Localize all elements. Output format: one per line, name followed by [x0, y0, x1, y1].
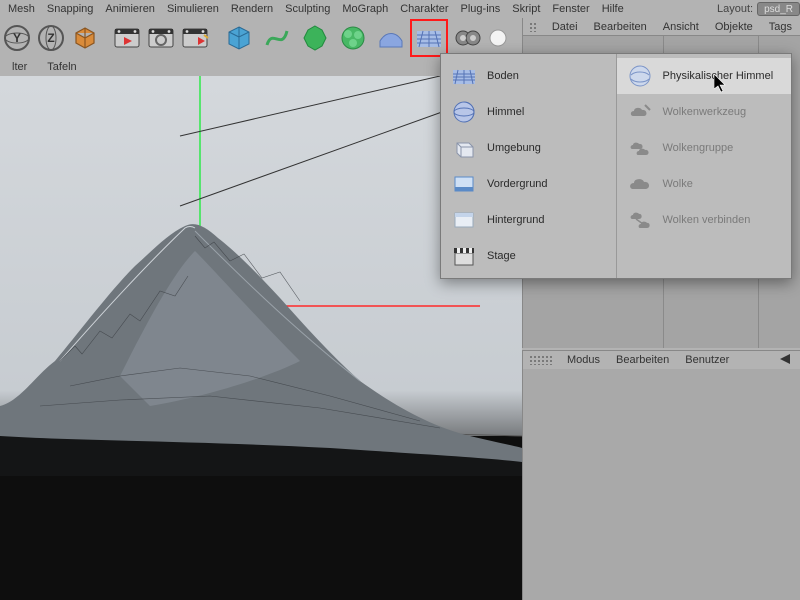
- popup-item-floor[interactable]: Boden: [441, 58, 616, 94]
- main-toolbar: Y Z: [0, 18, 522, 58]
- panel-grip-icon[interactable]: [529, 22, 538, 32]
- popup-item-plane-fg[interactable]: Vordergrund: [441, 166, 616, 202]
- cloud-icon: [627, 171, 653, 197]
- menu-item[interactable]: Animieren: [99, 0, 161, 18]
- obj-menu-item[interactable]: Ansicht: [655, 21, 707, 33]
- cloud-group-icon: [627, 135, 653, 161]
- menu-item[interactable]: Fenster: [546, 0, 595, 18]
- attribute-manager: Modus Bearbeiten Benutzer: [522, 350, 800, 600]
- popup-column-left: Boden Himmel Umgebung Vordergrund Hintergrun…: [441, 54, 616, 278]
- plane-fg-icon: [451, 171, 477, 197]
- phys-sky-icon: [627, 63, 653, 89]
- popup-item-clapper[interactable]: Stage: [441, 238, 616, 274]
- filterbar-item[interactable]: lter: [2, 61, 37, 73]
- popup-item-plane-bg[interactable]: Hintergrund: [441, 202, 616, 238]
- panel-grip-icon[interactable]: [529, 355, 553, 365]
- back-arrow-icon[interactable]: [780, 354, 794, 367]
- popup-item-cloud: Wolke: [617, 166, 792, 202]
- popup-item-label: Wolkengruppe: [663, 142, 734, 154]
- layout-label: Layout:: [717, 3, 757, 15]
- menu-item[interactable]: MoGraph: [336, 0, 394, 18]
- obj-menu-item[interactable]: Objekte: [707, 21, 761, 33]
- popup-item-phys-sky[interactable]: Physikalischer Himmel: [617, 58, 792, 94]
- popup-column-right: Physikalischer Himmel Wolkenwerkzeug Wolke…: [616, 54, 792, 278]
- cube-button[interactable]: [68, 22, 102, 54]
- menu-item[interactable]: Snapping: [41, 0, 100, 18]
- popup-item-label: Physikalischer Himmel: [663, 70, 774, 82]
- scene-floor-button[interactable]: [410, 19, 448, 57]
- main-menubar: Mesh Snapping Animieren Simulieren Rende…: [0, 0, 800, 18]
- popup-item-label: Wolke: [663, 178, 693, 190]
- cloud-tool-icon: [627, 99, 653, 125]
- environment-extra-button[interactable]: [372, 22, 410, 54]
- box-icon: [451, 135, 477, 161]
- popup-item-label: Stage: [487, 250, 516, 262]
- menu-item[interactable]: Hilfe: [596, 0, 630, 18]
- popup-item-cloud-connect: Wolken verbinden: [617, 202, 792, 238]
- axis-y-button[interactable]: Y: [0, 22, 34, 54]
- sphere-sky-icon: [451, 99, 477, 125]
- svg-text:Z: Z: [47, 31, 54, 45]
- popup-item-label: Boden: [487, 70, 519, 82]
- popup-item-cloud-group: Wolkengruppe: [617, 130, 792, 166]
- spline-button[interactable]: [258, 22, 296, 54]
- filter-bar: lter Tafeln: [0, 58, 87, 76]
- popup-item-sphere-sky[interactable]: Himmel: [441, 94, 616, 130]
- floor-icon: [451, 63, 477, 89]
- camera-button[interactable]: [448, 22, 486, 54]
- cloud-connect-icon: [627, 207, 653, 233]
- obj-menu-item[interactable]: Bearbeiten: [586, 21, 655, 33]
- object-manager-menubar: Datei Bearbeiten Ansicht Objekte Tags: [523, 18, 800, 36]
- attr-menu-item[interactable]: Modus: [559, 354, 608, 366]
- layout-selector[interactable]: psd_R: [757, 2, 800, 16]
- clapper-icon: [451, 243, 477, 269]
- popup-item-label: Wolken verbinden: [663, 214, 751, 226]
- menu-item[interactable]: Charakter: [394, 0, 454, 18]
- svg-text:Y: Y: [13, 31, 21, 45]
- menu-item[interactable]: Simulieren: [161, 0, 225, 18]
- render-settings-button[interactable]: [144, 22, 178, 54]
- popup-item-label: Wolkenwerkzeug: [663, 106, 747, 118]
- menu-item[interactable]: Plug-ins: [455, 0, 507, 18]
- obj-menu-item[interactable]: Datei: [544, 21, 586, 33]
- scene-objects-popup: Boden Himmel Umgebung Vordergrund Hintergrun…: [440, 53, 792, 279]
- popup-item-label: Hintergrund: [487, 214, 544, 226]
- deformer-button[interactable]: [334, 22, 372, 54]
- attribute-manager-menubar: Modus Bearbeiten Benutzer: [523, 351, 800, 369]
- render-view-button[interactable]: [110, 22, 144, 54]
- popup-item-label: Himmel: [487, 106, 524, 118]
- primitive-cube-button[interactable]: [220, 22, 258, 54]
- menu-item[interactable]: Mesh: [2, 0, 41, 18]
- popup-item-label: Umgebung: [487, 142, 541, 154]
- popup-item-cloud-tool: Wolkenwerkzeug: [617, 94, 792, 130]
- menu-item[interactable]: Rendern: [225, 0, 279, 18]
- obj-menu-item[interactable]: Tags: [761, 21, 800, 33]
- filterbar-item[interactable]: Tafeln: [37, 61, 86, 73]
- axis-z-button[interactable]: Z: [34, 22, 68, 54]
- menu-item[interactable]: Skript: [506, 0, 546, 18]
- attr-menu-item[interactable]: Bearbeiten: [608, 354, 677, 366]
- plane-bg-icon: [451, 207, 477, 233]
- render-queue-button[interactable]: [178, 22, 212, 54]
- menu-item[interactable]: Sculpting: [279, 0, 336, 18]
- popup-item-box[interactable]: Umgebung: [441, 130, 616, 166]
- generator-button[interactable]: [296, 22, 334, 54]
- popup-item-label: Vordergrund: [487, 178, 548, 190]
- light-button[interactable]: [486, 22, 510, 54]
- attr-menu-item[interactable]: Benutzer: [677, 354, 737, 366]
